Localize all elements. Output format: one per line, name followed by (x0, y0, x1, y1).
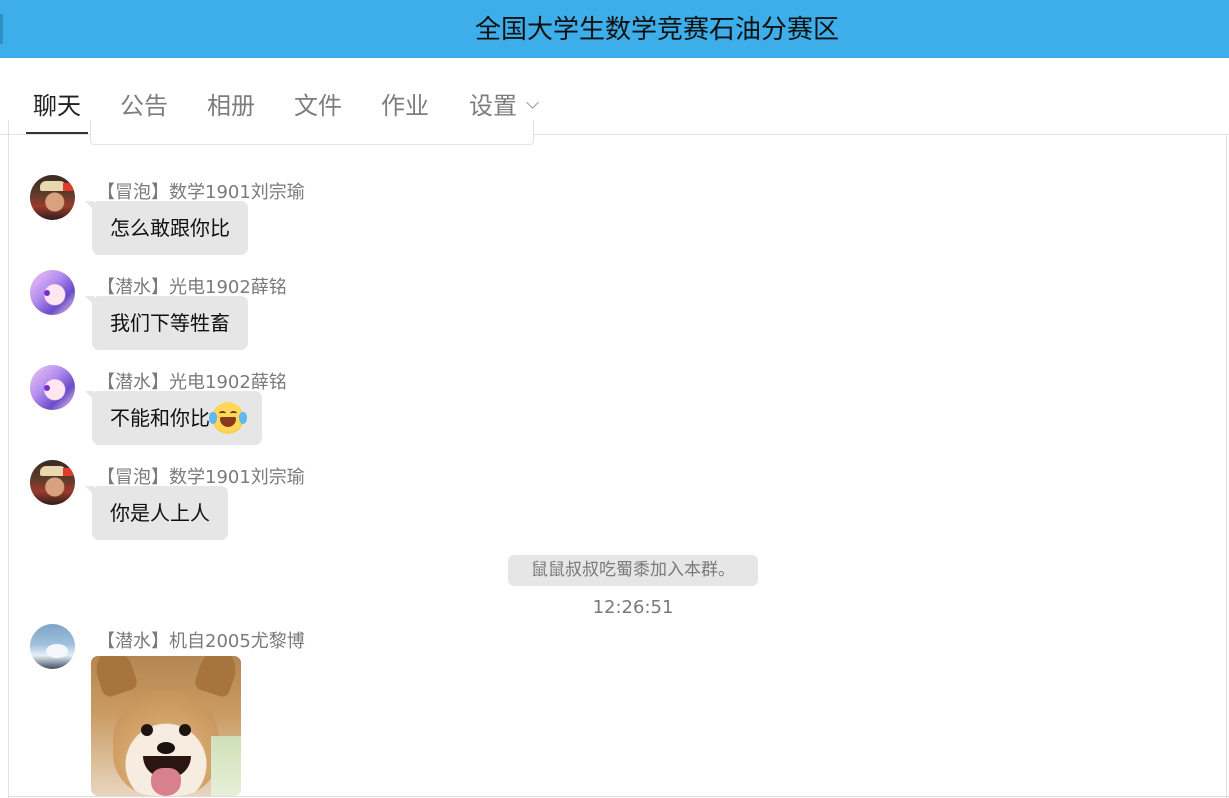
sticker-nose (157, 742, 175, 754)
message-text: 我们下等牲畜 (110, 311, 230, 335)
emoji-brow (230, 410, 237, 416)
message-bubble[interactable]: 不能和你比 (85, 391, 262, 445)
avatar-eye-detail (44, 385, 50, 391)
message-sender[interactable]: 【潜水】机自2005尤黎博 (97, 627, 305, 653)
bubble-tail (85, 201, 94, 210)
sticker-ear (91, 656, 139, 699)
avatar-hat[interactable] (30, 460, 75, 505)
avatar-sky[interactable] (30, 624, 75, 669)
tears-of-joy-emoji (209, 401, 247, 434)
sticker-tongue (151, 768, 181, 796)
emoji-mouth (220, 416, 236, 427)
avatar-hat[interactable] (30, 175, 75, 220)
emoji-tear (239, 411, 247, 424)
tab-homework[interactable]: 作业 (381, 86, 429, 121)
bubble-tail (85, 486, 94, 495)
avatar-tag-detail (63, 468, 73, 476)
sticker-eye (141, 724, 153, 736)
message-bubble[interactable]: 怎么敢跟你比 (85, 201, 248, 255)
tab-announcements[interactable]: 公告 (120, 86, 168, 121)
group-chat-window: 全国大学生数学竞赛石油分赛区 聊天 公告 相册 文件 作业 设置 【冒泡】数学1… (0, 0, 1229, 798)
bubble-tail (85, 391, 94, 400)
sticker-eye (179, 724, 191, 736)
tab-settings[interactable]: 设置 (469, 86, 517, 121)
emoji-tear (209, 411, 217, 424)
corgi-sticker[interactable] (91, 656, 241, 796)
previous-message-bubble (90, 120, 534, 145)
message-text: 怎么敢跟你比 (110, 216, 230, 240)
emoji-brow (219, 410, 226, 416)
sticker-background (211, 736, 241, 796)
avatar-cloud-detail (46, 644, 68, 658)
message-text: 不能和你比 (110, 406, 210, 430)
bubble-tail (85, 296, 94, 305)
tab-chat[interactable]: 聊天 (33, 86, 81, 121)
message-text: 你是人上人 (110, 501, 210, 525)
message-bubble[interactable]: 你是人上人 (85, 486, 228, 540)
avatar-anime[interactable] (30, 365, 75, 410)
sticker-ear (193, 656, 241, 699)
message-timestamp: 12:26:51 (592, 597, 674, 618)
sticker-face (113, 690, 219, 796)
chat-bottom-border (8, 796, 1229, 797)
group-title: 全国大学生数学竞赛石油分赛区 (474, 15, 839, 45)
avatar-anime[interactable] (30, 270, 75, 315)
message-bubble[interactable]: 我们下等牲畜 (85, 296, 248, 350)
chat-border-left (8, 120, 9, 798)
tab-album[interactable]: 相册 (207, 86, 255, 121)
tab-files[interactable]: 文件 (294, 86, 342, 121)
avatar-eye-detail (44, 290, 50, 296)
system-notice: 鼠鼠叔叔吃蜀黍加入本群。 (508, 555, 758, 586)
avatar-tag-detail (63, 183, 73, 191)
chat-border-right (1226, 135, 1227, 798)
title-bar: 全国大学生数学竞赛石油分赛区 (0, 0, 1229, 58)
